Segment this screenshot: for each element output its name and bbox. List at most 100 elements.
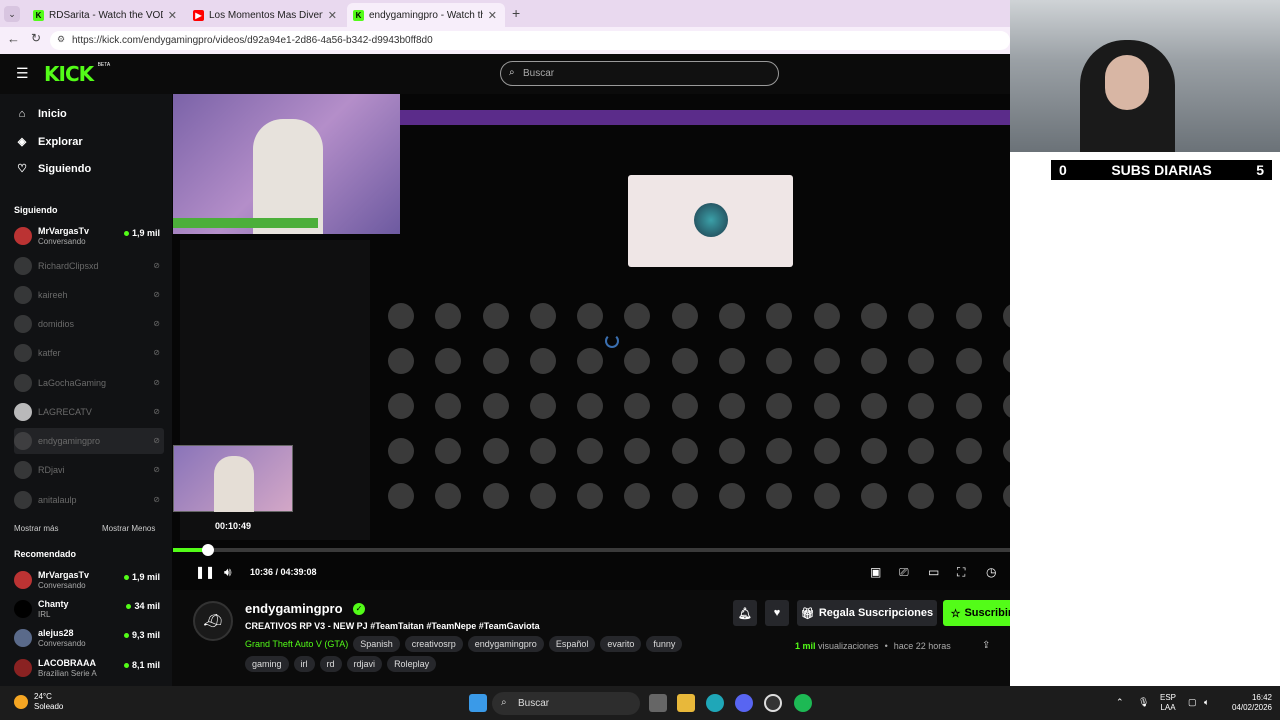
followed-channel[interactable]: MrVargasTv Conversando 1,9 mil: [14, 223, 164, 249]
network-icon[interactable]: ▢: [1188, 697, 1197, 708]
recommended-channel[interactable]: LACOBRAAA Brazilian Serie A 8,1 mil: [14, 655, 164, 681]
new-tab-icon[interactable]: +: [512, 5, 520, 21]
followed-channel[interactable]: RDjavi ⊘: [14, 457, 164, 483]
back-icon[interactable]: ←: [7, 31, 20, 46]
avatar: [14, 227, 32, 245]
url-field[interactable]: ⚙ https://kick.com/endygamingpro/videos/…: [50, 31, 1010, 50]
channel-avatar[interactable]: 🧢︎: [193, 601, 233, 641]
followed-channel[interactable]: katfer ⊘: [14, 340, 164, 366]
viewer-count: 1,9 mil: [123, 228, 160, 238]
search-input[interactable]: ⌕ Buscar: [500, 61, 779, 86]
gift-icon: 🎁︎: [800, 607, 815, 620]
tag[interactable]: Roleplay: [387, 656, 437, 672]
close-tab-icon[interactable]: ✕: [328, 9, 337, 22]
followed-channel[interactable]: anitalaulp ⊘: [14, 487, 164, 513]
avatar: [14, 286, 32, 304]
show-less-link[interactable]: Mostrar Menos: [102, 524, 155, 533]
spotify-icon[interactable]: [794, 694, 812, 712]
viewer-count: 34 mil: [126, 601, 160, 611]
verified-badge-icon: ✓: [353, 603, 365, 615]
followed-channel[interactable]: kaireeh ⊘: [14, 282, 164, 308]
weather-widget[interactable]: 24°C Soleado: [14, 692, 63, 712]
obs-icon[interactable]: [764, 694, 782, 712]
mini-player-icon[interactable]: ▣: [870, 565, 881, 579]
close-tab-icon[interactable]: ✕: [488, 9, 497, 22]
sidebar: ⌂ Inicio ◈ Explorar ♡ Siguiendo Siguiend…: [0, 94, 172, 686]
weather-sun-icon: [14, 695, 28, 709]
recommended-channel[interactable]: Chanty IRL 34 mil: [14, 596, 164, 622]
nav-explorar[interactable]: ◈ Explorar: [16, 135, 83, 149]
avatar: [14, 432, 32, 450]
browser-tab[interactable]: ▶ Los Momentos Mas Divertidos de ✕: [187, 3, 345, 27]
live-dot-icon: [123, 575, 129, 581]
video-content-banner: [400, 110, 1010, 125]
progress-bar[interactable]: [173, 548, 1050, 552]
subs-right-count: 5: [1256, 162, 1264, 178]
tag[interactable]: rdjavi: [346, 656, 383, 672]
viewer-count-text: 8,1 mil: [131, 660, 160, 670]
followed-channel[interactable]: LAGRECATV ⊘: [14, 399, 164, 425]
game-category-link[interactable]: Grand Theft Auto V (GTA): [245, 636, 348, 652]
language-indicator[interactable]: ESP LAA: [1160, 693, 1176, 713]
reload-icon[interactable]: ↻: [31, 31, 41, 45]
seek-preview-thumbnail: [173, 445, 293, 512]
tag[interactable]: Español: [548, 636, 596, 652]
nav-siguiendo[interactable]: ♡ Siguiendo: [16, 162, 91, 176]
live-dot-icon: [126, 604, 132, 610]
tag[interactable]: creativosrp: [404, 636, 463, 652]
tag[interactable]: Spanish: [353, 636, 400, 652]
edge-browser-icon[interactable]: [706, 694, 724, 712]
menu-icon[interactable]: ☰: [16, 65, 29, 82]
followed-channel[interactable]: domidios ⊘: [14, 311, 164, 337]
share-icon[interactable]: ⇪: [982, 640, 990, 651]
webcam-overlay: [1010, 0, 1280, 152]
volume-icon[interactable]: 🔊︎: [224, 565, 232, 580]
lang-code: ESP: [1160, 693, 1177, 702]
tag[interactable]: gaming: [245, 656, 289, 672]
browser-tab[interactable]: K RDSarita - Watch the VOD on Kick ✕: [27, 3, 185, 27]
followed-channel[interactable]: LaGochaGaming ⊘: [14, 370, 164, 396]
speed-icon[interactable]: ◷: [986, 565, 996, 579]
tag[interactable]: rd: [319, 656, 342, 672]
tag[interactable]: evarito: [600, 636, 642, 652]
fullscreen-icon[interactable]: ⛶: [957, 565, 965, 580]
offline-icon: ⊘: [153, 348, 160, 357]
taskbar-search[interactable]: ⌕ Buscar: [492, 692, 640, 715]
pause-icon[interactable]: ❚❚: [195, 565, 215, 579]
tag[interactable]: endygamingpro: [467, 636, 544, 652]
gift-subs-button[interactable]: 🎁︎ Regala Suscripciones: [797, 600, 937, 626]
speaker-icon[interactable]: 🔈︎: [1204, 697, 1209, 708]
recommended-channel[interactable]: MrVargasTv Conversando 1,9 mil: [14, 567, 164, 593]
task-view-icon[interactable]: [649, 694, 667, 712]
discord-icon[interactable]: [735, 694, 753, 712]
viewer-count-text: 34 mil: [134, 601, 160, 611]
views-label: visualizaciones: [818, 641, 879, 651]
followed-channel-selected[interactable]: endygamingpro ⊘: [14, 428, 164, 454]
site-info-icon[interactable]: ⚙: [57, 34, 65, 45]
channel-name-heading[interactable]: endygamingpro: [245, 601, 343, 616]
follow-heart-button[interactable]: ♥: [765, 600, 789, 626]
file-explorer-icon[interactable]: [677, 694, 695, 712]
windows-start-icon[interactable]: [469, 694, 487, 712]
theater-mode-icon[interactable]: ▭: [928, 565, 939, 579]
avatar: [14, 571, 32, 589]
clock[interactable]: 16:42 04/02/2026: [1222, 693, 1272, 713]
clip-icon[interactable]: ⎚: [899, 565, 909, 580]
tag[interactable]: funny: [646, 636, 683, 652]
progress-handle[interactable]: [202, 544, 215, 556]
tray-chevron-icon[interactable]: ⌃: [1116, 697, 1124, 708]
live-dot-icon: [123, 231, 129, 237]
tab-list-button[interactable]: ⌄: [4, 6, 20, 22]
browser-tab-active[interactable]: K endygamingpro - Watch the VOD ✕: [347, 3, 505, 27]
kick-logo[interactable]: KICK BETA: [44, 62, 110, 86]
show-more-link[interactable]: Mostrar más: [14, 524, 58, 533]
followed-channel[interactable]: RichardClipsxd ⊘: [14, 253, 164, 279]
nav-inicio[interactable]: ⌂ Inicio: [16, 108, 67, 120]
microphone-icon[interactable]: 🎙︎: [1138, 697, 1149, 708]
avatar: [14, 403, 32, 421]
tag[interactable]: irl: [293, 656, 315, 672]
notification-button[interactable]: 🔔︎: [733, 600, 757, 626]
recommended-channel[interactable]: alejus28 Conversando 9,3 mil: [14, 625, 164, 651]
close-tab-icon[interactable]: ✕: [168, 9, 177, 22]
url-text: https://kick.com/endygamingpro/videos/d9…: [72, 35, 433, 46]
